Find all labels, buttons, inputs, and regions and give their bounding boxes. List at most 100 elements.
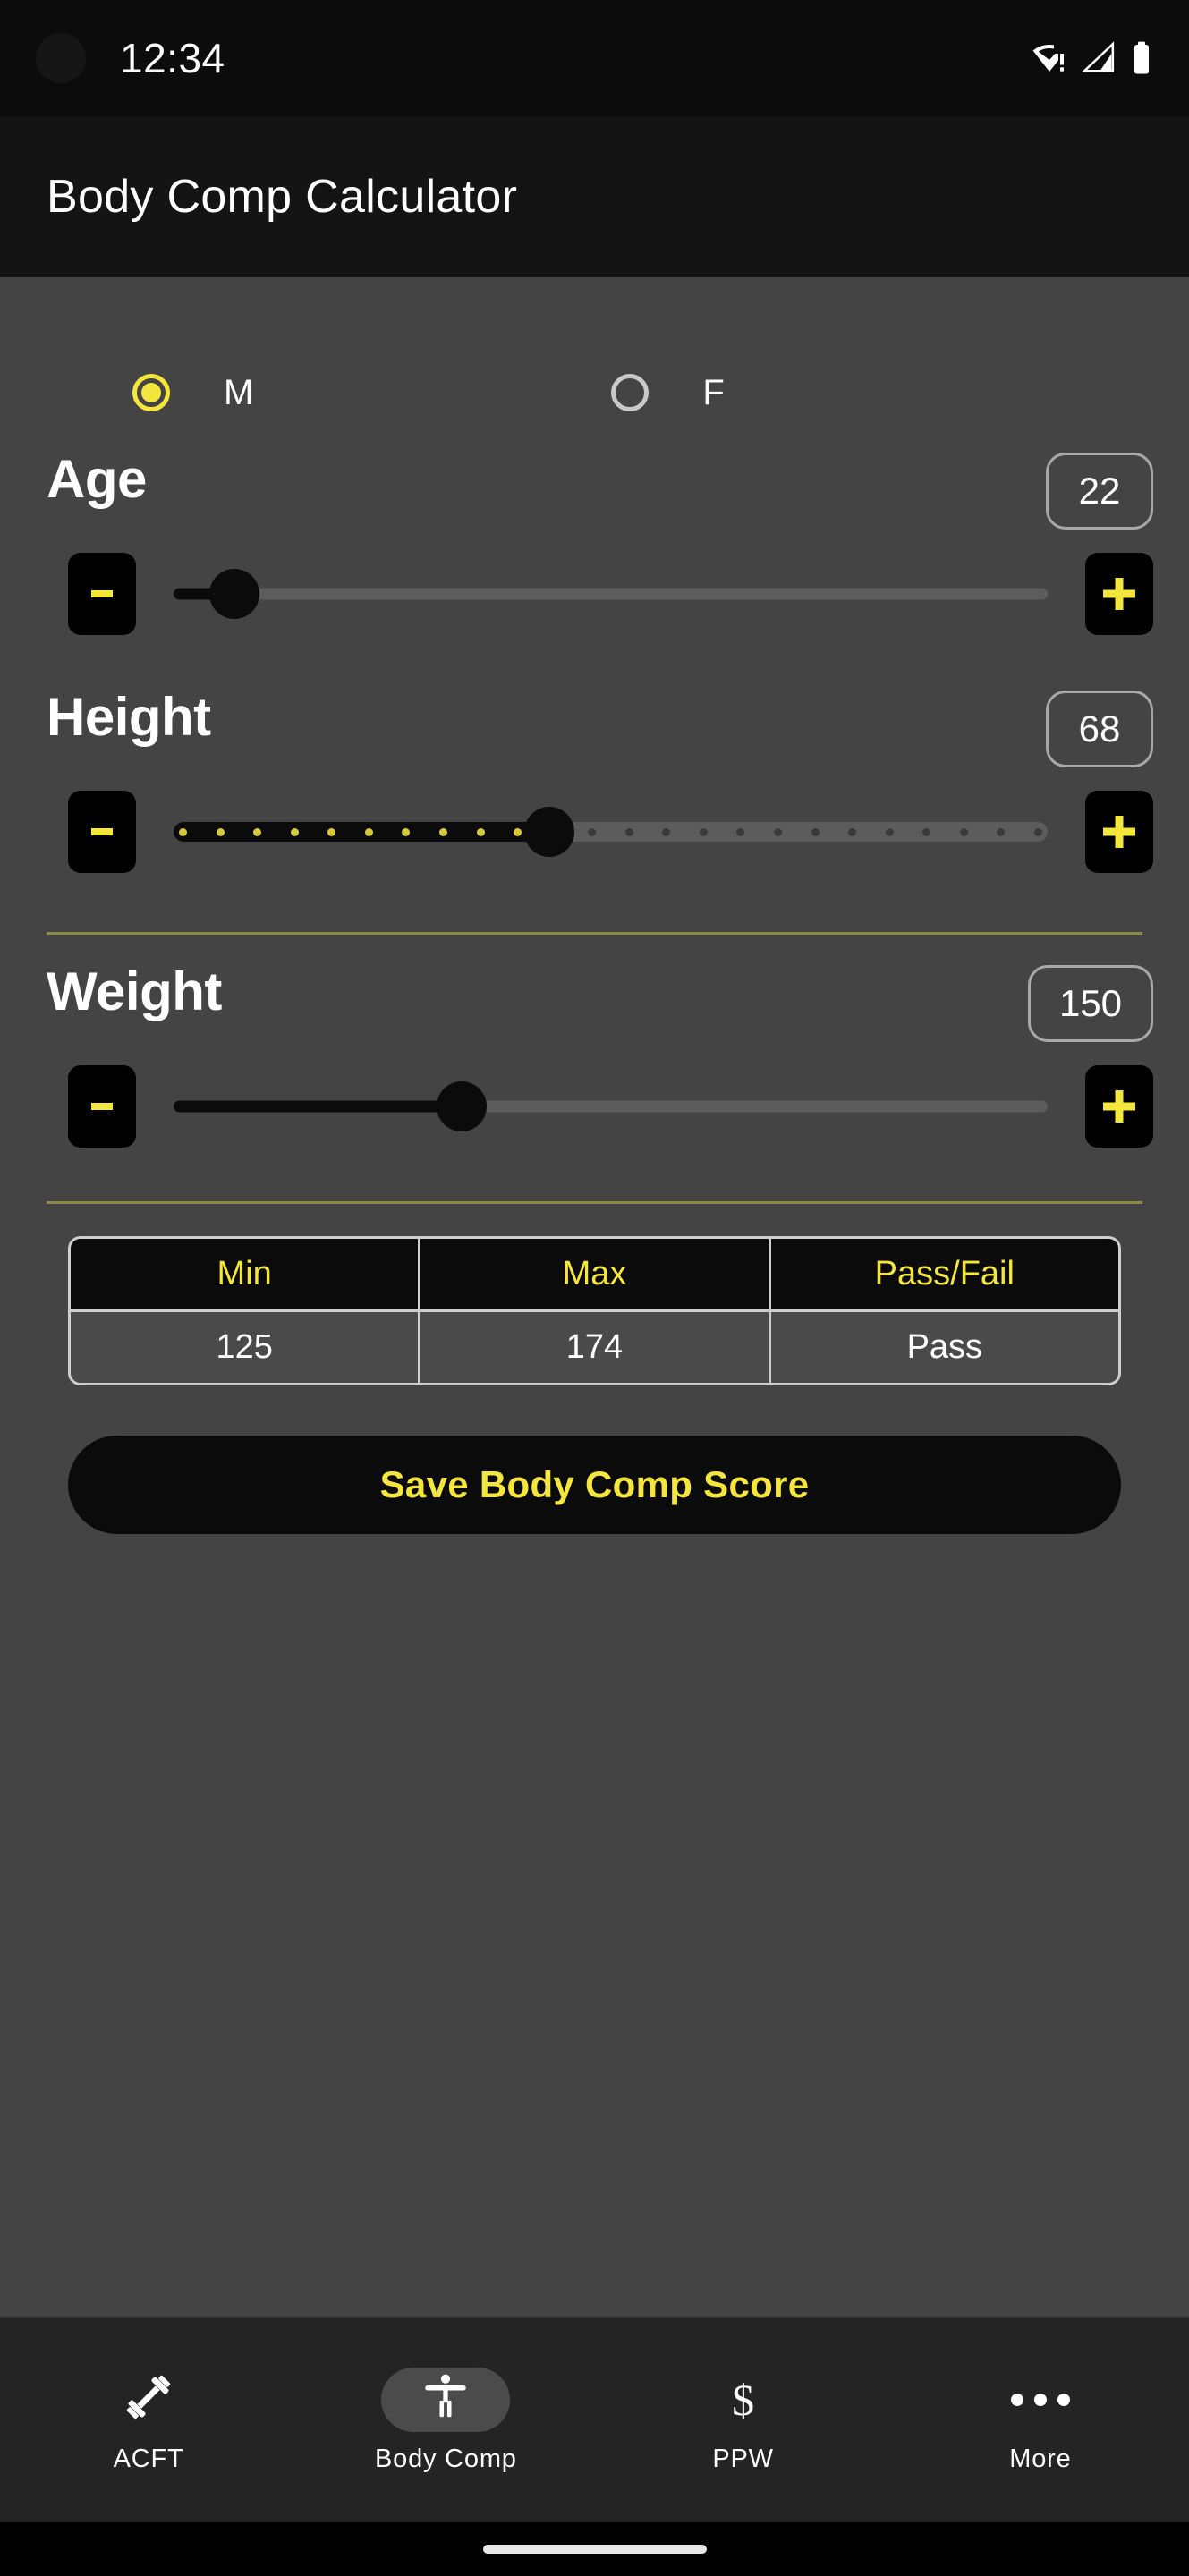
nav-item-ppw[interactable]: $ PPW [595, 2368, 892, 2474]
field-height-header: Height 68 [0, 691, 1189, 767]
height-slider-tick [1033, 827, 1042, 836]
weight-slider[interactable] [174, 1065, 1048, 1148]
age-value-input[interactable]: 22 [1046, 453, 1153, 530]
height-slider-tick [959, 827, 968, 836]
minus-icon [91, 590, 113, 597]
height-slider-tick [364, 827, 373, 836]
weight-increment-button[interactable] [1085, 1065, 1153, 1148]
height-slider-tick [997, 827, 1006, 836]
dumbbell-icon [121, 2369, 176, 2429]
gender-option-female[interactable]: F [611, 372, 725, 413]
nav-item-body-comp[interactable]: Body Comp [297, 2367, 594, 2474]
field-weight-label: Weight [47, 962, 222, 1021]
height-slider-tick [179, 827, 187, 836]
system-gesture-bar [0, 2522, 1189, 2576]
age-slider-track [174, 588, 1048, 600]
nav-icon-wrap-ppw: $ [679, 2368, 808, 2432]
height-slider-tick [290, 827, 299, 836]
nav-label-ppw: PPW [712, 2444, 774, 2473]
gesture-pill[interactable] [482, 2545, 707, 2554]
status-time: 12:34 [120, 35, 225, 81]
table-cell-min: 125 [71, 1312, 421, 1383]
field-age: Age 22 [0, 453, 1189, 635]
nav-icon-wrap-more [976, 2368, 1105, 2432]
gender-label-female: F [702, 372, 725, 412]
field-weight: Weight 150 [0, 965, 1189, 1148]
minus-icon [91, 1103, 113, 1110]
age-slider-thumb[interactable] [209, 569, 260, 619]
age-slider[interactable] [174, 553, 1048, 635]
battery-full-icon [1130, 40, 1153, 76]
field-age-header: Age 22 [0, 453, 1189, 530]
weight-slider-fill [174, 1100, 463, 1113]
app-window: 12:34 Body Comp Calculator M F Age 22 He… [0, 0, 1189, 2576]
radio-selected-icon[interactable] [132, 374, 170, 411]
height-slider-tick [624, 827, 633, 836]
table-header-row: Min Max Pass/Fail [71, 1239, 1118, 1309]
bottom-navigation: ACFT Body Comp $ PPW More [0, 2317, 1189, 2522]
field-height-controls [0, 791, 1189, 873]
height-slider-tick [774, 827, 782, 836]
weight-value-input[interactable]: 150 [1028, 965, 1153, 1042]
height-value-input[interactable]: 68 [1046, 691, 1153, 767]
app-bar: Body Comp Calculator [0, 116, 1189, 277]
gender-label-male: M [224, 372, 254, 412]
nav-label-more: More [1009, 2444, 1072, 2473]
dollar-sign-icon: $ [732, 2374, 755, 2425]
height-slider-tick [402, 827, 411, 836]
nav-item-acft[interactable]: ACFT [0, 2368, 297, 2474]
height-slider-tick [216, 827, 225, 836]
field-weight-header: Weight 150 [0, 965, 1189, 1042]
height-slider-tick [438, 827, 447, 836]
height-slider-tick [662, 827, 671, 836]
age-decrement-button[interactable] [68, 553, 136, 635]
weight-decrement-button[interactable] [68, 1065, 136, 1148]
table-cell-passfail: Pass [906, 1328, 983, 1366]
height-slider-tick [699, 827, 708, 836]
status-icons [1032, 40, 1153, 76]
height-slider-tick [514, 827, 522, 836]
age-increment-button[interactable] [1085, 553, 1153, 635]
cellular-signal-icon [1082, 41, 1116, 75]
section-divider-2 [47, 1201, 1142, 1204]
gender-option-male[interactable]: M [132, 373, 253, 413]
height-slider-tick [922, 827, 931, 836]
table-header-passfail: Pass/Fail [874, 1255, 1015, 1292]
nav-icon-wrap-acft [84, 2368, 213, 2432]
height-increment-button[interactable] [1085, 791, 1153, 873]
height-slider-tick [476, 827, 485, 836]
camera-punch-hole [36, 33, 86, 83]
save-body-comp-score-button[interactable]: Save Body Comp Score [68, 1436, 1121, 1534]
plus-icon [1103, 1090, 1135, 1123]
nav-icon-wrap-body-comp [381, 2367, 511, 2432]
weight-slider-thumb[interactable] [437, 1081, 488, 1131]
table-row: 125 174 Pass [71, 1309, 1118, 1383]
height-slider-tick [253, 827, 262, 836]
nav-label-acft: ACFT [113, 2444, 184, 2473]
more-horizontal-icon [1010, 2393, 1070, 2406]
minus-icon [91, 828, 113, 835]
status-bar: 12:34 [0, 0, 1189, 116]
accessibility-person-icon [420, 2371, 471, 2428]
nav-item-more[interactable]: More [892, 2368, 1189, 2474]
radio-unselected-icon[interactable] [611, 374, 650, 411]
height-slider[interactable] [174, 791, 1048, 873]
table-cell-max: 174 [420, 1312, 771, 1383]
gender-selector: M F [0, 277, 1189, 429]
field-age-controls [0, 553, 1189, 635]
height-slider-tick [736, 827, 745, 836]
main-content: M F Age 22 Height 68 Weight 150 Min Max … [0, 277, 1189, 2317]
section-divider-1 [47, 932, 1142, 935]
table-header-max: Max [420, 1239, 771, 1309]
plus-icon [1103, 816, 1135, 848]
page-title: Body Comp Calculator [47, 171, 518, 223]
height-slider-tick [811, 827, 820, 836]
result-table: Min Max Pass/Fail 125 174 Pass [68, 1236, 1121, 1385]
height-decrement-button[interactable] [68, 791, 136, 873]
field-weight-controls [0, 1065, 1189, 1148]
height-slider-thumb[interactable] [524, 807, 575, 857]
height-slider-tick [848, 827, 857, 836]
field-age-label: Age [47, 449, 147, 509]
field-height-label: Height [47, 687, 211, 747]
table-header-min: Min [71, 1239, 421, 1309]
